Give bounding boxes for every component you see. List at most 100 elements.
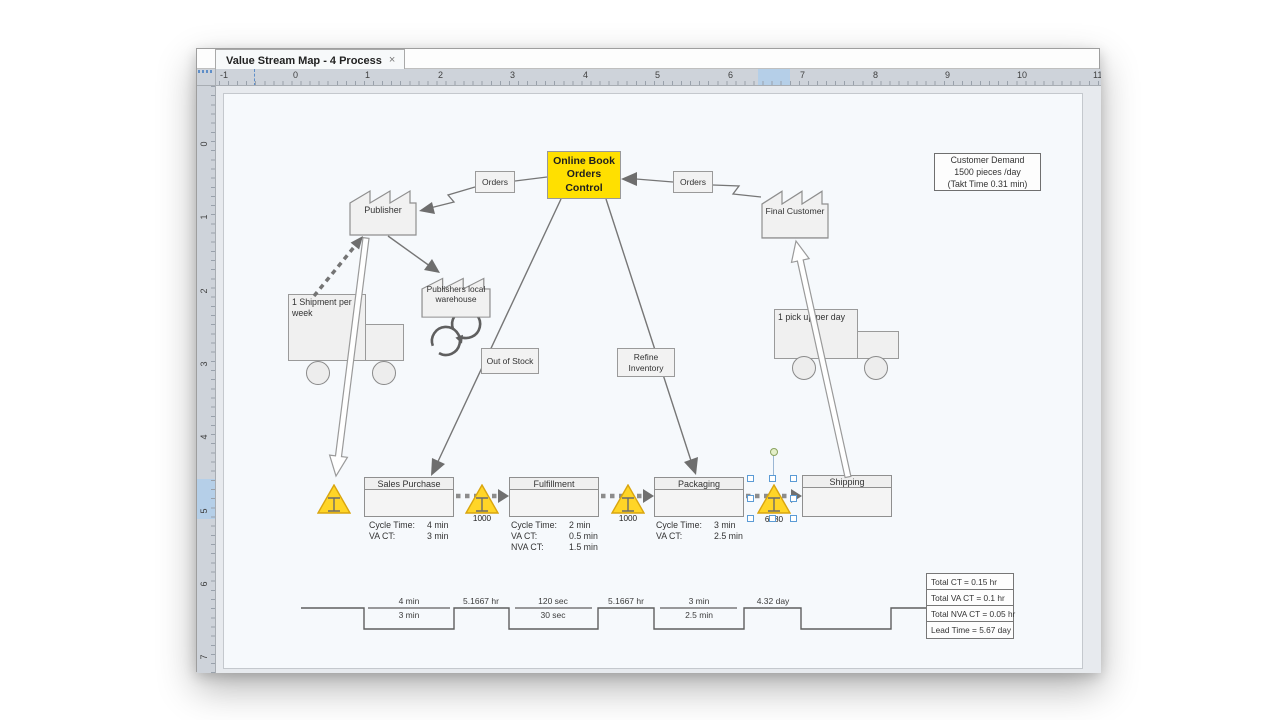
selection-handle[interactable] [747, 515, 754, 522]
drawing-canvas[interactable]: Online Book Orders Control Orders Orders… [216, 86, 1101, 673]
truck-left-wheel [372, 361, 396, 385]
inventory-triangle[interactable] [317, 484, 351, 519]
orders-left-label: Orders [482, 177, 508, 187]
stat-label: VA CT: [656, 531, 714, 542]
truck-right-trailer[interactable]: 1 pick up per day [774, 309, 858, 359]
customer-demand-line: (Takt Time 0.31 min) [935, 179, 1040, 191]
selection-handle[interactable] [747, 495, 754, 502]
selection-handle[interactable] [747, 475, 754, 482]
selection-handle[interactable] [769, 475, 776, 482]
warehouse-label: Publishers local warehouse [421, 285, 491, 304]
hruler-label: 7 [800, 70, 805, 80]
final-customer-factory[interactable]: Final Customer [761, 186, 829, 239]
customer-demand-line: 1500 pieces /day [935, 167, 1040, 179]
refine-inventory-box[interactable]: Refine Inventory [617, 348, 675, 377]
ruler-corner [197, 69, 216, 86]
customer-demand-line: Customer Demand [935, 155, 1040, 167]
hruler-label: 4 [583, 70, 588, 80]
hruler-label: -1 [220, 70, 228, 80]
selection-handle[interactable] [790, 495, 797, 502]
process-title: Fulfillment [510, 478, 598, 490]
inventory-count: 1000 [465, 514, 499, 523]
hruler-label: 3 [510, 70, 515, 80]
summary-total-ct: Total CT = 0.15 hr [927, 574, 1013, 590]
truck-right-cab[interactable] [857, 331, 899, 359]
publisher-label: Publisher [349, 205, 417, 215]
stat-label: NVA CT: [511, 542, 569, 553]
stats-sales-purchase: Cycle Time:4 min VA CT:3 min [369, 520, 473, 542]
stat-label: Cycle Time: [369, 520, 427, 531]
process-sales-purchase[interactable]: Sales Purchase [364, 477, 454, 517]
hruler-label: 6 [728, 70, 733, 80]
timeline-wait-time: 5.1667 hr [446, 596, 516, 606]
timeline-cycle-time: 4 min [374, 596, 444, 606]
stat-label: VA CT: [369, 531, 427, 542]
timeline-cycle-time: 3 min [664, 596, 734, 606]
process-packaging[interactable]: Packaging [654, 477, 744, 517]
timeline-wait-time: 4.32 day [738, 596, 808, 606]
inventory-icon [611, 484, 645, 514]
page-margin-guide [254, 69, 255, 86]
ruler-selection-highlight-x [758, 69, 790, 86]
inventory-icon [465, 484, 499, 514]
selection-handle[interactable] [790, 515, 797, 522]
truck-left-cab[interactable] [365, 324, 404, 361]
vruler-label: 5 [199, 504, 213, 518]
inventory-icon [757, 484, 791, 514]
vruler-label: 0 [199, 137, 213, 151]
hruler-label: 2 [438, 70, 443, 80]
final-customer-label: Final Customer [761, 206, 829, 216]
rotation-handle-line [773, 455, 774, 475]
timeline-va-time: 3 min [374, 610, 444, 620]
orders-box-left[interactable]: Orders [475, 171, 515, 193]
orders-box-right[interactable]: Orders [673, 171, 713, 193]
customer-demand-box[interactable]: Customer Demand 1500 pieces /day (Takt T… [934, 153, 1041, 191]
stats-packaging: Cycle Time:3 min VA CT:2.5 min [656, 520, 760, 542]
page-origin-marks [198, 70, 214, 73]
inventory-triangle-selected[interactable] [757, 484, 791, 519]
truck-right-wheel [792, 356, 816, 380]
selection-handle[interactable] [769, 515, 776, 522]
process-title: Sales Purchase [365, 478, 453, 490]
horizontal-ruler[interactable]: -1 0 1 2 3 4 5 6 7 8 9 10 11 [216, 69, 1101, 86]
selection-handle[interactable] [790, 475, 797, 482]
hruler-label: 0 [293, 70, 298, 80]
vertical-ruler[interactable]: 0 1 2 3 4 5 6 7 [197, 86, 216, 673]
vruler-label: 3 [199, 357, 213, 371]
truck-right-label: 1 pick up per day [778, 312, 855, 323]
process-fulfillment[interactable]: Fulfillment [509, 477, 599, 517]
process-shipping[interactable]: Shipping [802, 475, 892, 517]
timeline-wait-time: 5.1667 hr [591, 596, 661, 606]
tab-close-icon[interactable]: × [389, 55, 395, 66]
inventory-count: 1000 [611, 514, 645, 523]
out-of-stock-label: Out of Stock [487, 356, 534, 366]
tab-value-stream-map[interactable]: Value Stream Map - 4 Process × [215, 49, 405, 69]
control-center-box[interactable]: Online Book Orders Control [547, 151, 621, 199]
stat-value: 3 min [427, 531, 473, 542]
out-of-stock-box[interactable]: Out of Stock [481, 348, 539, 374]
timeline-cycle-time: 120 sec [518, 596, 588, 606]
vruler-label: 6 [199, 577, 213, 591]
stat-value: 0.5 min [569, 531, 615, 542]
summary-total-va-ct: Total VA CT = 0.1 hr [927, 590, 1013, 606]
hruler-label: 11 [1093, 70, 1101, 80]
vruler-label: 1 [199, 210, 213, 224]
timeline-va-time: 30 sec [518, 610, 588, 620]
stat-label: Cycle Time: [511, 520, 569, 531]
timeline-summary-box[interactable]: Total CT = 0.15 hr Total VA CT = 0.1 hr … [926, 573, 1014, 639]
stat-value: 1.5 min [569, 542, 615, 553]
rotation-handle[interactable] [770, 448, 778, 456]
hruler-label: 1 [365, 70, 370, 80]
vruler-label: 7 [199, 650, 213, 664]
tab-title: Value Stream Map - 4 Process [226, 55, 382, 67]
vruler-label: 4 [199, 430, 213, 444]
tab-bar: Value Stream Map - 4 Process × [197, 49, 1099, 69]
truck-left-trailer[interactable]: 1 Shipment per week [288, 294, 366, 361]
stat-value: 2.5 min [714, 531, 760, 542]
warehouse-factory[interactable]: Publishers local warehouse [421, 274, 491, 318]
publisher-factory[interactable]: Publisher [349, 186, 417, 236]
stats-fulfillment: Cycle Time:2 min VA CT:0.5 min NVA CT:1.… [511, 520, 615, 553]
hruler-label: 5 [655, 70, 660, 80]
hruler-label: 8 [873, 70, 878, 80]
refine-inventory-label: Refine Inventory [618, 352, 674, 372]
